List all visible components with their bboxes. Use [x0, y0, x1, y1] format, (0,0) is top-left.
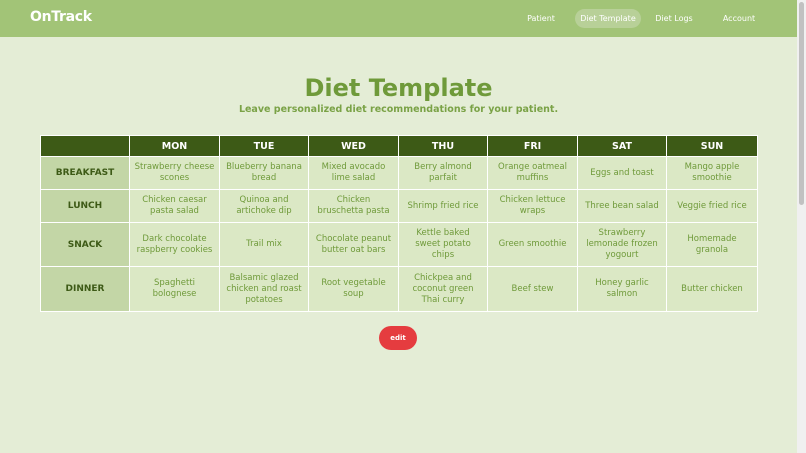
nav-diet-logs[interactable]: Diet Logs: [650, 9, 698, 28]
meal-cell: Chicken bruschetta pasta: [308, 189, 399, 223]
day-header: SUN: [666, 135, 758, 157]
meal-cell: Mango apple smoothie: [666, 156, 758, 190]
meal-cell: Honey garlic salmon: [577, 266, 667, 312]
nav-patient[interactable]: Patient: [520, 9, 562, 28]
meal-cell: Eggs and toast: [577, 156, 667, 190]
meal-cell: Mixed avocado lime salad: [308, 156, 399, 190]
meal-label: LUNCH: [40, 189, 130, 223]
meal-cell: Trail mix: [219, 222, 309, 267]
day-header: THU: [398, 135, 488, 157]
table-header-row: MON TUE WED THU FRI SAT SUN: [40, 135, 758, 157]
nav-account[interactable]: Account: [717, 9, 761, 28]
meal-cell: Blueberry banana bread: [219, 156, 309, 190]
table-row: SNACK Dark chocolate raspberry cookies T…: [40, 222, 758, 267]
day-header: WED: [308, 135, 399, 157]
scrollbar-thumb[interactable]: [799, 2, 804, 205]
meal-cell: Quinoa and artichoke dip: [219, 189, 309, 223]
meal-cell: Orange oatmeal muffins: [487, 156, 578, 190]
meal-cell: Chicken lettuce wraps: [487, 189, 578, 223]
meal-cell: Beef stew: [487, 266, 578, 312]
meal-cell: Balsamic glazed chicken and roast potato…: [219, 266, 309, 312]
meal-cell: Spaghetti bolognese: [129, 266, 220, 312]
diet-template-table: MON TUE WED THU FRI SAT SUN BREAKFAST St…: [40, 135, 758, 312]
meal-cell: Chocolate peanut butter oat bars: [308, 222, 399, 267]
meal-cell: Veggie fried rice: [666, 189, 758, 223]
meal-label: BREAKFAST: [40, 156, 130, 190]
page-subtitle: Leave personalized diet recommendations …: [238, 104, 559, 115]
meal-cell: Chicken caesar pasta salad: [129, 189, 220, 223]
meal-cell: Homemade granola: [666, 222, 758, 267]
meal-cell: Strawberry cheese scones: [129, 156, 220, 190]
header-corner: [40, 135, 130, 157]
day-header: FRI: [487, 135, 578, 157]
meal-cell: Butter chicken: [666, 266, 758, 312]
table-row: LUNCH Chicken caesar pasta salad Quinoa …: [40, 189, 758, 223]
day-header: TUE: [219, 135, 309, 157]
meal-cell: Chickpea and coconut green Thai curry: [398, 266, 488, 312]
page-title: Diet Template: [304, 74, 493, 102]
meal-cell: Dark chocolate raspberry cookies: [129, 222, 220, 267]
meal-cell: Three bean salad: [577, 189, 667, 223]
table-row: DINNER Spaghetti bolognese Balsamic glaz…: [40, 266, 758, 312]
top-navbar: OnTrack Patient Diet Template Diet Logs …: [0, 0, 797, 37]
meal-label: SNACK: [40, 222, 130, 267]
edit-button[interactable]: edit: [379, 326, 417, 350]
day-header: SAT: [577, 135, 667, 157]
meal-label: DINNER: [40, 266, 130, 312]
meal-cell: Green smoothie: [487, 222, 578, 267]
meal-cell: Shrimp fried rice: [398, 189, 488, 223]
table-row: BREAKFAST Strawberry cheese scones Blueb…: [40, 156, 758, 190]
meal-cell: Root vegetable soup: [308, 266, 399, 312]
brand-logo[interactable]: OnTrack: [30, 9, 92, 25]
day-header: MON: [129, 135, 220, 157]
nav-diet-template[interactable]: Diet Template: [575, 9, 641, 28]
meal-cell: Strawberry lemonade frozen yogourt: [577, 222, 667, 267]
meal-cell: Kettle baked sweet potato chips: [398, 222, 488, 267]
meal-cell: Berry almond parfait: [398, 156, 488, 190]
vertical-scrollbar[interactable]: [797, 0, 806, 453]
